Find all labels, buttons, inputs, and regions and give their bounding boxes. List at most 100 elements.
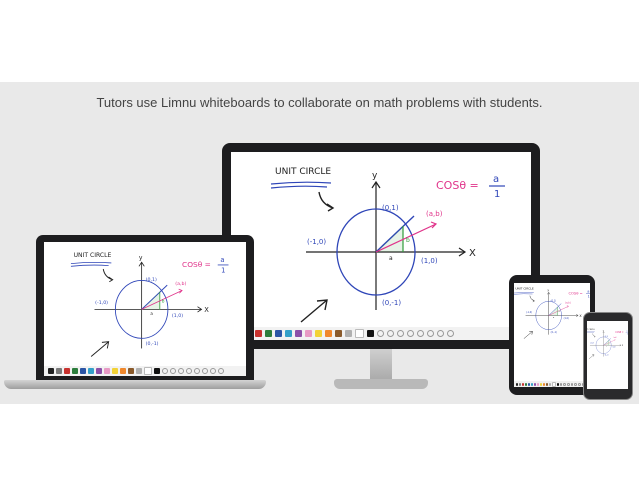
zoom-icon[interactable] <box>427 330 434 337</box>
point-ab-label: (a,b) <box>565 302 570 305</box>
color-swatch[interactable] <box>112 368 118 374</box>
color-swatch[interactable] <box>128 368 134 374</box>
eraser-icon[interactable] <box>563 382 567 386</box>
pen-icon[interactable] <box>377 330 384 337</box>
arrow-icon <box>318 191 335 212</box>
color-swatch[interactable] <box>533 382 536 386</box>
eraser-icon[interactable] <box>387 330 394 337</box>
phone-whiteboard[interactable]: UNIT CIRCLE COSθ = a 1 Xy (0,1) (0,-1) (-1,0) (1… <box>587 321 628 389</box>
x-axis-label: X <box>579 314 582 318</box>
formula-numerator: a <box>493 174 499 185</box>
color-swatch[interactable] <box>144 367 152 375</box>
zoom-icon[interactable] <box>578 382 581 386</box>
side-a-label: a <box>150 311 153 316</box>
redo-icon[interactable] <box>447 330 454 337</box>
point-bottom-label: (0,-1) <box>551 331 557 334</box>
color-swatch[interactable] <box>285 330 292 337</box>
color-swatch[interactable] <box>315 330 322 337</box>
color-swatch[interactable] <box>325 330 332 337</box>
color-swatch[interactable] <box>120 368 126 374</box>
color-swatch[interactable] <box>96 368 102 374</box>
y-axis-label: y <box>139 255 143 262</box>
color-swatch[interactable] <box>548 382 551 386</box>
pen-icon[interactable] <box>559 382 563 386</box>
color-swatch[interactable] <box>136 368 142 374</box>
text-icon[interactable] <box>186 368 192 374</box>
select-icon[interactable] <box>178 368 184 374</box>
color-swatch[interactable] <box>56 368 62 374</box>
formula-lhs: COSθ = <box>569 292 583 296</box>
formula-numerator: a <box>220 256 224 264</box>
unit-circle-drawing: UNIT CIRCLE COSθ = a 1 Xy (0,1) (0,-1) (-1,0) (1… <box>70 252 229 357</box>
color-swatch[interactable] <box>104 368 110 374</box>
color-swatch[interactable] <box>335 330 342 337</box>
color-swatch[interactable] <box>154 368 160 374</box>
x-axis-label: X <box>622 345 624 347</box>
color-swatch[interactable] <box>72 368 78 374</box>
color-swatch[interactable] <box>355 329 364 338</box>
color-swatch[interactable] <box>539 382 542 386</box>
color-swatch[interactable] <box>556 382 559 386</box>
color-swatch[interactable] <box>536 382 539 386</box>
point-left-label: (-1,0) <box>307 238 326 246</box>
side-a-label: a <box>389 255 393 262</box>
color-swatch[interactable] <box>265 330 272 337</box>
color-swatch[interactable] <box>516 382 518 386</box>
point-left-label: (-1,0) <box>590 343 594 345</box>
redo-icon[interactable] <box>218 368 224 374</box>
color-swatch[interactable] <box>305 330 312 337</box>
color-swatch[interactable] <box>530 382 533 386</box>
color-swatch[interactable] <box>521 382 524 386</box>
desktop-whiteboard[interactable]: UNIT CIRCLE COSθ = a 1 Xy (0,1) (0,-1) (-1,0) (1… <box>231 152 531 340</box>
color-swatch[interactable] <box>80 368 86 374</box>
formula-denominator: 1 <box>627 334 628 336</box>
point-ab-label: (a,b) <box>426 210 443 218</box>
color-swatch[interactable] <box>542 382 545 386</box>
desktop-toolbar <box>231 327 531 340</box>
formula-numerator: a <box>587 289 589 293</box>
side-b-label: b <box>406 237 410 244</box>
point-top-label: (0,1) <box>605 336 609 338</box>
board-title: UNIT CIRCLE <box>587 329 595 331</box>
color-swatch[interactable] <box>367 330 374 337</box>
color-swatch[interactable] <box>551 381 556 387</box>
color-swatch[interactable] <box>295 330 302 337</box>
eraser-icon[interactable] <box>170 368 176 374</box>
laptop-base <box>4 380 266 389</box>
pen-icon[interactable] <box>162 368 168 374</box>
point-bottom-label: (0,-1) <box>146 341 159 347</box>
point-right-label: (1,0) <box>172 313 183 319</box>
undo-icon[interactable] <box>210 368 216 374</box>
color-swatch[interactable] <box>88 368 94 374</box>
shape-icon[interactable] <box>574 382 578 386</box>
point-top-label: (0,1) <box>551 300 557 303</box>
board-title: UNIT CIRCLE <box>515 287 534 291</box>
color-swatch[interactable] <box>518 382 521 386</box>
y-axis-label: y <box>547 288 549 292</box>
shape-icon[interactable] <box>194 368 200 374</box>
select-icon[interactable] <box>397 330 404 337</box>
board-title: UNIT CIRCLE <box>275 167 331 177</box>
color-swatch[interactable] <box>345 330 352 337</box>
point-top-label: (0,1) <box>382 204 399 212</box>
color-swatch[interactable] <box>64 368 70 374</box>
undo-icon[interactable] <box>437 330 444 337</box>
laptop-whiteboard[interactable]: UNIT CIRCLE COSθ = a 1 Xy (0,1) (0,-1) (-1,0) (1… <box>44 242 246 376</box>
formula-denominator: 1 <box>221 266 225 274</box>
tablet-whiteboard[interactable]: UNIT CIRCLE COSθ = a 1 Xy (0,1) (0,-1) (-1,0) (1… <box>514 283 590 387</box>
phone: UNIT CIRCLE COSθ = a 1 Xy (0,1) (0,-1) (-1,0) (1… <box>583 312 633 400</box>
zoom-icon[interactable] <box>202 368 208 374</box>
point-bottom-label: (0,-1) <box>382 299 401 307</box>
arrow-icon <box>300 299 328 323</box>
color-swatch[interactable] <box>545 382 548 386</box>
y-axis-label: y <box>603 330 604 332</box>
text-icon[interactable] <box>570 382 574 386</box>
pink-ray <box>603 339 616 346</box>
text-icon[interactable] <box>407 330 414 337</box>
color-swatch[interactable] <box>48 368 54 374</box>
color-swatch[interactable] <box>524 382 527 386</box>
color-swatch[interactable] <box>275 330 282 337</box>
color-swatch[interactable] <box>527 382 530 386</box>
select-icon[interactable] <box>567 382 570 386</box>
shape-icon[interactable] <box>417 330 424 337</box>
